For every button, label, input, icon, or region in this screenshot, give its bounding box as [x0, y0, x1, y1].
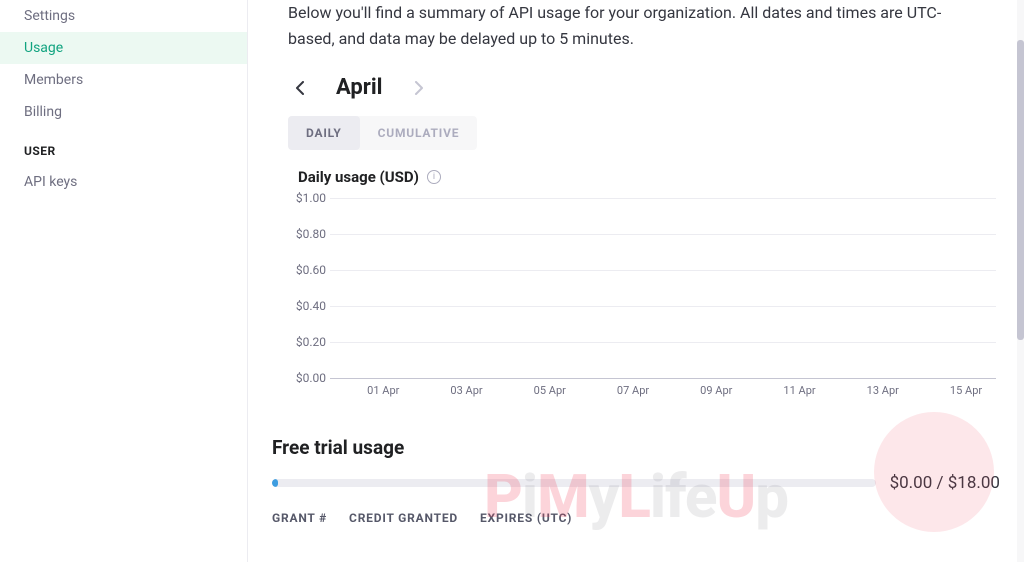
grants-table-header: GRANT # CREDIT GRANTED EXPIRES (UTC): [272, 511, 1000, 525]
sidebar-item-api-keys[interactable]: API keys: [0, 166, 247, 198]
y-tick: $0.40: [288, 299, 326, 313]
chevron-left-icon: [295, 81, 305, 95]
scrollbar-thumb[interactable]: [1017, 40, 1024, 340]
usage-tabs: DAILY CUMULATIVE: [288, 116, 477, 150]
main-content: Below you'll find a summary of API usage…: [248, 0, 1024, 562]
progress-bar: [272, 479, 876, 487]
month-label: April: [336, 75, 383, 100]
y-tick: $0.00: [288, 371, 326, 385]
sidebar-item-members[interactable]: Members: [0, 64, 247, 96]
progress-fill: [272, 479, 278, 487]
usage-description: Below you'll find a summary of API usage…: [272, 0, 1000, 51]
x-tick: 07 Apr: [617, 384, 649, 397]
col-grant: GRANT #: [272, 511, 327, 525]
prev-month-button[interactable]: [288, 76, 312, 100]
sidebar-item-settings[interactable]: Settings: [0, 0, 247, 32]
x-tick: 09 Apr: [700, 384, 732, 397]
sidebar-item-billing[interactable]: Billing: [0, 96, 247, 128]
y-tick: $1.00: [288, 191, 326, 205]
sidebar-section-user: USER: [0, 128, 247, 166]
y-tick: $0.60: [288, 263, 326, 277]
x-tick: 05 Apr: [534, 384, 566, 397]
x-tick: 03 Apr: [450, 384, 482, 397]
x-tick: 15 Apr: [950, 384, 982, 397]
chart-title: Daily usage (USD): [298, 168, 419, 186]
x-tick: 11 Apr: [783, 384, 815, 397]
col-credit: CREDIT GRANTED: [349, 511, 458, 525]
sidebar-item-usage[interactable]: Usage: [0, 32, 247, 64]
month-nav: April: [272, 75, 1000, 100]
free-trial-progress: $0.00 / $18.00: [272, 473, 1000, 493]
x-tick: 13 Apr: [867, 384, 899, 397]
col-expires: EXPIRES (UTC): [480, 511, 572, 525]
tab-daily[interactable]: DAILY: [288, 116, 360, 150]
free-trial-heading: Free trial usage: [272, 436, 984, 459]
tab-cumulative[interactable]: CUMULATIVE: [360, 116, 478, 150]
y-tick: $0.20: [288, 335, 326, 349]
info-icon[interactable]: i: [427, 170, 441, 184]
x-tick: 01 Apr: [367, 384, 399, 397]
next-month-button: [407, 76, 431, 100]
daily-usage-chart: $1.00 $0.80 $0.60 $0.40 $0.20 $0.00 01 A…: [288, 198, 996, 408]
chevron-right-icon: [414, 81, 424, 95]
y-tick: $0.80: [288, 227, 326, 241]
progress-text: $0.00 / $18.00: [890, 473, 1000, 493]
scrollbar[interactable]: [1017, 0, 1024, 562]
sidebar: Settings Usage Members Billing USER API …: [0, 0, 248, 562]
